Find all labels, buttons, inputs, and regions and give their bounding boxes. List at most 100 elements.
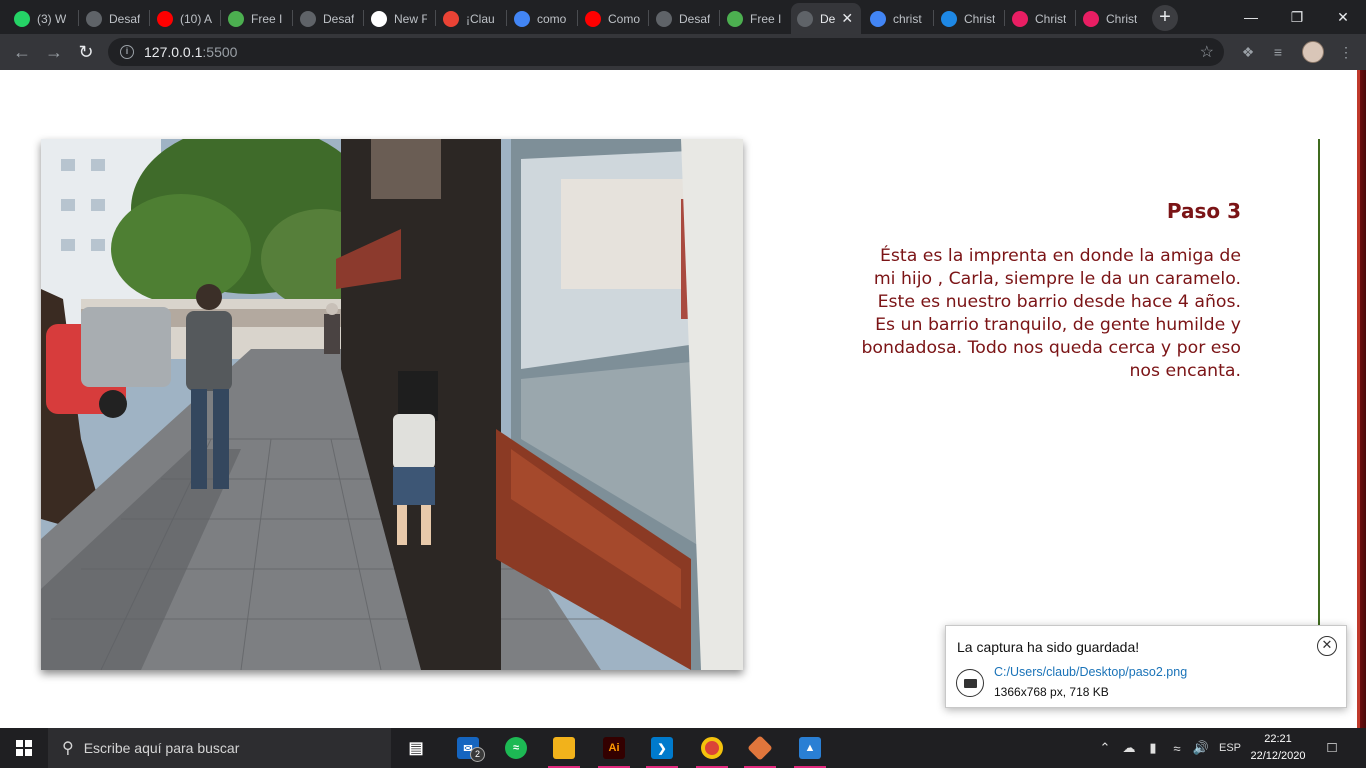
page-right-edge (1357, 70, 1366, 728)
windows-logo-icon (16, 740, 32, 756)
browser-tab[interactable]: (3) W (8, 3, 76, 34)
browser-tab-label: (3) W (37, 11, 67, 26)
saved-file-info: 1366x768 px, 718 KB (994, 685, 1109, 699)
tab-separator (1075, 10, 1076, 26)
browser-tab[interactable]: (10) A (151, 3, 219, 34)
tab-separator (363, 10, 364, 26)
street-photo (41, 139, 743, 670)
browser-tab[interactable]: Como (579, 3, 647, 34)
screenshot-saved-notification[interactable]: La captura ha sido guardada! ✕ C:/Users/… (945, 625, 1347, 708)
globe-icon (86, 10, 102, 27)
browser-tab[interactable]: Christ (935, 3, 1003, 34)
browser-tab-label: Como (608, 11, 641, 26)
tab-separator (506, 10, 507, 26)
maximize-button[interactable]: ❐ (1274, 0, 1320, 34)
language-indicator[interactable]: ESP (1214, 728, 1246, 768)
folder-icon[interactable] (956, 669, 984, 697)
git-app-button[interactable] (736, 728, 784, 768)
new-tab-button[interactable]: + (1152, 5, 1178, 31)
tab-separator (933, 10, 934, 26)
browser-tab[interactable]: Desaf (650, 3, 718, 34)
globe-icon (656, 10, 672, 27)
url-host: 127.0.0.1 (144, 44, 203, 60)
tab-separator (719, 10, 720, 26)
profile-avatar[interactable] (1302, 41, 1324, 63)
document-icon (1083, 10, 1099, 27)
browser-tab[interactable]: Free I (222, 3, 290, 34)
chrome-app-button[interactable] (688, 728, 736, 768)
bookmark-star-icon[interactable]: ☆ (1200, 42, 1214, 62)
whatsapp-icon (14, 10, 30, 27)
saved-file-path[interactable]: C:/Users/claub/Desktop/paso2.png (994, 665, 1187, 679)
mail-app-button[interactable]: ✉ 2 (444, 728, 492, 768)
browser-menu-icon[interactable]: ⋮ (1336, 42, 1356, 62)
wifi-icon[interactable]: ≈ (1166, 728, 1188, 768)
forward-arrow-icon[interactable]: → (42, 40, 66, 64)
browser-tab[interactable]: Christ (1006, 3, 1074, 34)
file-explorer-button[interactable] (540, 728, 588, 768)
battery-icon[interactable]: ▮ (1142, 728, 1164, 768)
browser-tab[interactable]: Desaf (294, 3, 362, 34)
address-bar[interactable]: i 127.0.0.1:5500 ☆ (108, 38, 1224, 66)
reload-icon[interactable]: ↻ (74, 40, 98, 64)
browser-tab[interactable]: ¡Clau (437, 3, 505, 34)
browser-tab[interactable]: Christ (1077, 3, 1145, 34)
browser-tab[interactable]: Desaf (80, 3, 148, 34)
document-icon (1012, 10, 1028, 27)
browser-tab-strip: (3) W Desaf (10) A Free I Desaf New F ¡Clau com… (0, 0, 1366, 34)
browser-tab[interactable]: Free I (721, 3, 789, 34)
step-description: Ésta es la imprenta en donde la amiga de… (861, 246, 1241, 381)
close-notification-icon[interactable]: ✕ (1317, 636, 1337, 656)
browser-tab-label: De (820, 11, 836, 26)
tab-separator (577, 10, 578, 26)
minimize-button[interactable]: — (1228, 0, 1274, 34)
tab-separator (435, 10, 436, 26)
tab-separator (149, 10, 150, 26)
taskbar-clock[interactable]: 22:21 22/12/2020 (1248, 731, 1308, 765)
browser-tab[interactable]: New F (365, 3, 433, 34)
start-button[interactable] (0, 728, 48, 768)
show-hidden-icons-chevron-icon[interactable]: ⌃ (1096, 728, 1114, 768)
onedrive-cloud-icon[interactable]: ☁ (1118, 728, 1140, 768)
taskbar-search-placeholder: Escribe aquí para buscar (83, 740, 240, 756)
task-view-icon: ▤ (408, 740, 424, 757)
youtube-icon (585, 10, 601, 27)
back-arrow-icon[interactable]: ← (10, 40, 34, 64)
street-photo-image (41, 139, 743, 670)
task-view-button[interactable]: ▤ (392, 728, 440, 768)
browser-tab-label: Desaf (679, 11, 711, 26)
browser-tab-label: ¡Clau (466, 11, 495, 26)
action-center-icon[interactable]: □ (1318, 736, 1346, 760)
vscode-icon: ❯ (651, 737, 673, 759)
spotify-icon: ≈ (505, 737, 527, 759)
site-info-icon[interactable]: i (120, 45, 134, 59)
illustrator-app-button[interactable]: Ai (590, 728, 638, 768)
browser-tab-label: Desaf (323, 11, 355, 26)
volume-icon[interactable]: 🔊 (1190, 728, 1212, 768)
url-port: :5500 (202, 44, 238, 60)
free-images-icon (727, 10, 743, 27)
close-window-button[interactable]: ✕ (1320, 0, 1366, 34)
vscode-app-button[interactable]: ❯ (638, 728, 686, 768)
github-icon (371, 10, 387, 27)
browser-tab-label: Free I (750, 11, 782, 26)
google-icon (514, 10, 530, 27)
media-queue-icon[interactable]: ≡ (1268, 42, 1288, 62)
taskbar-search[interactable]: ⚲ Escribe aquí para buscar (48, 728, 391, 768)
git-icon (747, 735, 773, 761)
browser-tab-label: Christ (964, 11, 996, 26)
browser-tab-label: New F (394, 11, 427, 26)
browser-tab-label: christ (893, 11, 922, 26)
extensions-puzzle-icon[interactable]: ❖ (1238, 42, 1258, 62)
close-tab-icon[interactable]: ✕ (841, 10, 853, 27)
browser-tab[interactable]: De ✕ (791, 3, 861, 34)
browser-tab-label: (10) A (180, 11, 213, 26)
spotify-app-button[interactable]: ≈ (492, 728, 540, 768)
tab-separator (78, 10, 79, 26)
browser-tab[interactable]: como (508, 3, 576, 34)
gif-icon (941, 10, 957, 27)
mail-unread-badge: 2 (470, 747, 485, 762)
browser-tab[interactable]: christ (864, 3, 932, 34)
folder-app-icon (553, 737, 575, 759)
photos-app-button[interactable]: ▲ (786, 728, 834, 768)
